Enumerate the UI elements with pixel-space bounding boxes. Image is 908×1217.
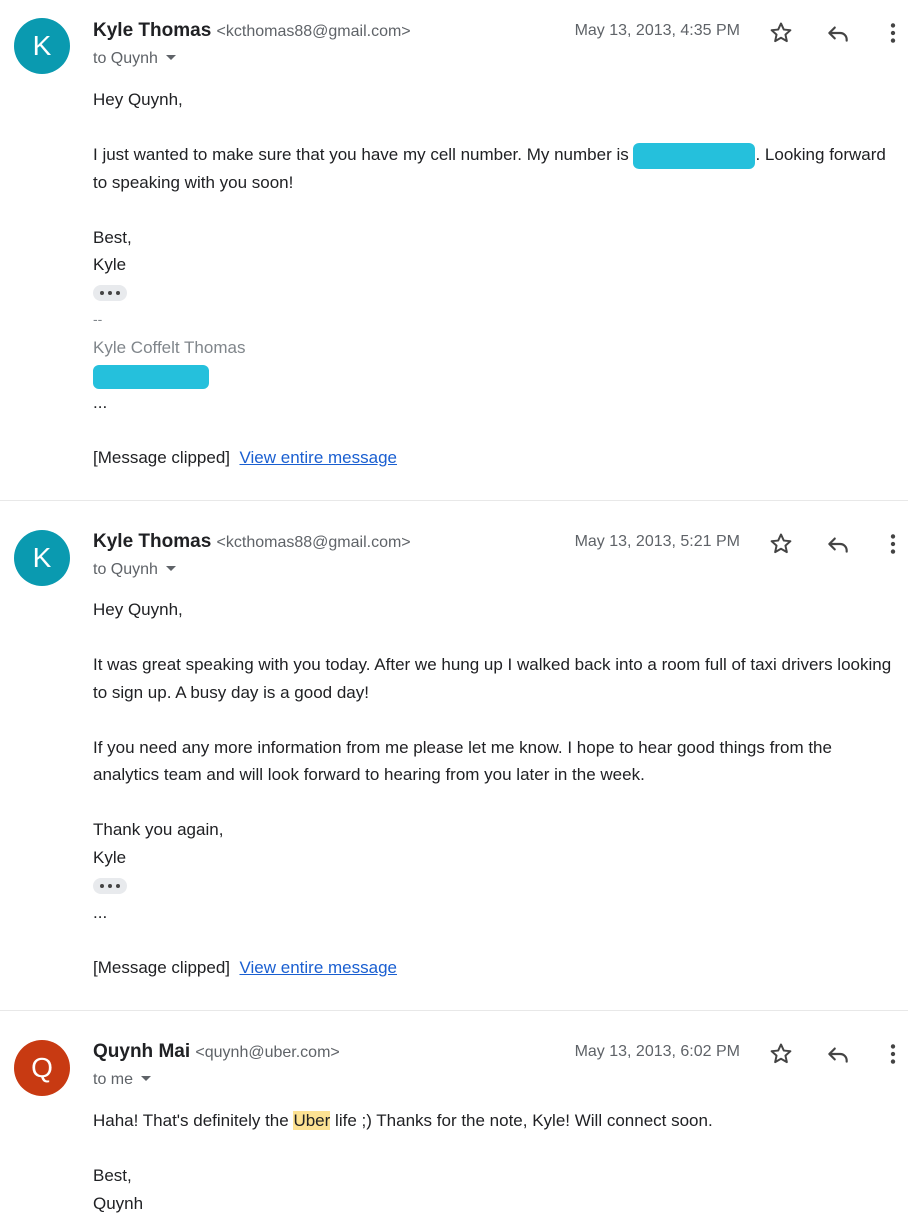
clipped-label: [Message clipped] — [93, 448, 230, 467]
paragraph: It was great speaking with you today. Af… — [93, 651, 893, 706]
star-icon[interactable] — [768, 1041, 794, 1067]
recipients-label: to Quynh — [93, 561, 158, 578]
more-vert-icon[interactable] — [880, 1041, 906, 1067]
sender-email: <kcthomas88@gmail.com> — [217, 534, 411, 551]
sender-line: Kyle Thomas <kcthomas88@gmail.com> — [93, 20, 411, 42]
paragraph-text: life ;) Thanks for the note, Kyle! Will … — [330, 1111, 712, 1130]
message-date: May 13, 2013, 4:35 PM — [440, 22, 740, 40]
redacted-phone-number — [633, 143, 755, 169]
recipients-label: to Quynh — [93, 50, 158, 67]
sender-name[interactable]: Kyle Thomas — [93, 20, 211, 41]
recipients-label: to me — [93, 1071, 133, 1088]
closing: Best, — [93, 1162, 893, 1190]
avatar[interactable]: Q — [14, 1040, 70, 1096]
signoff: Kyle — [93, 844, 893, 872]
message-body: Hey Quynh, I just wanted to make sure th… — [93, 86, 893, 471]
paragraph-text: Haha! That's definitely the — [93, 1111, 293, 1130]
recipients-toggle[interactable]: to Quynh — [93, 50, 176, 68]
chevron-down-icon — [166, 566, 176, 571]
signature-separator: -- — [93, 306, 893, 334]
ellipsis: ... — [93, 899, 893, 927]
view-entire-message-link[interactable]: View entire message — [239, 958, 397, 977]
greeting: Hey Quynh, — [93, 86, 893, 114]
avatar[interactable]: K — [14, 530, 70, 586]
ellipsis: ... — [93, 389, 893, 417]
paragraph: Haha! That's definitely the Uber life ;)… — [93, 1107, 893, 1135]
star-icon[interactable] — [768, 531, 794, 557]
show-trimmed-content-button[interactable] — [93, 285, 127, 301]
search-highlight: Uber — [293, 1111, 330, 1130]
clipped-label: [Message clipped] — [93, 958, 230, 977]
chevron-down-icon — [166, 55, 176, 60]
signoff: Quynh — [93, 1190, 893, 1217]
clipped-notice: [Message clipped] View entire message — [93, 954, 893, 982]
closing: Best, — [93, 224, 893, 252]
sender-line: Kyle Thomas <kcthomas88@gmail.com> — [93, 531, 411, 553]
paragraph: If you need any more information from me… — [93, 734, 893, 789]
paragraph: I just wanted to make sure that you have… — [93, 141, 893, 196]
more-vert-icon[interactable] — [880, 531, 906, 557]
more-vert-icon[interactable] — [880, 20, 906, 46]
star-icon[interactable] — [768, 20, 794, 46]
signoff: Kyle — [93, 251, 893, 279]
sender-email: <kcthomas88@gmail.com> — [217, 23, 411, 40]
signature-name: Kyle Coffelt Thomas — [93, 334, 893, 362]
clipped-notice: [Message clipped] View entire message — [93, 444, 893, 472]
sender-name[interactable]: Kyle Thomas — [93, 531, 211, 552]
message-body: Haha! That's definitely the Uber life ;)… — [93, 1107, 893, 1217]
reply-icon[interactable] — [825, 531, 851, 557]
reply-icon[interactable] — [825, 20, 851, 46]
message-divider — [0, 500, 908, 501]
recipients-toggle[interactable]: to me — [93, 1071, 151, 1089]
show-trimmed-content-button[interactable] — [93, 878, 127, 894]
message-date: May 13, 2013, 6:02 PM — [440, 1043, 740, 1061]
recipients-toggle[interactable]: to Quynh — [93, 561, 176, 579]
sender-line: Quynh Mai <quynh@uber.com> — [93, 1041, 340, 1063]
message-body: Hey Quynh, It was great speaking with yo… — [93, 596, 893, 981]
message-divider — [0, 1010, 908, 1011]
chevron-down-icon — [141, 1076, 151, 1081]
sender-name[interactable]: Quynh Mai — [93, 1041, 190, 1062]
closing: Thank you again, — [93, 816, 893, 844]
greeting: Hey Quynh, — [93, 596, 893, 624]
sender-email: <quynh@uber.com> — [195, 1044, 339, 1061]
view-entire-message-link[interactable]: View entire message — [239, 448, 397, 467]
reply-icon[interactable] — [825, 1041, 851, 1067]
paragraph-text: I just wanted to make sure that you have… — [93, 145, 633, 164]
avatar[interactable]: K — [14, 18, 70, 74]
message-date: May 13, 2013, 5:21 PM — [440, 533, 740, 551]
redacted-signature-line — [93, 365, 209, 389]
